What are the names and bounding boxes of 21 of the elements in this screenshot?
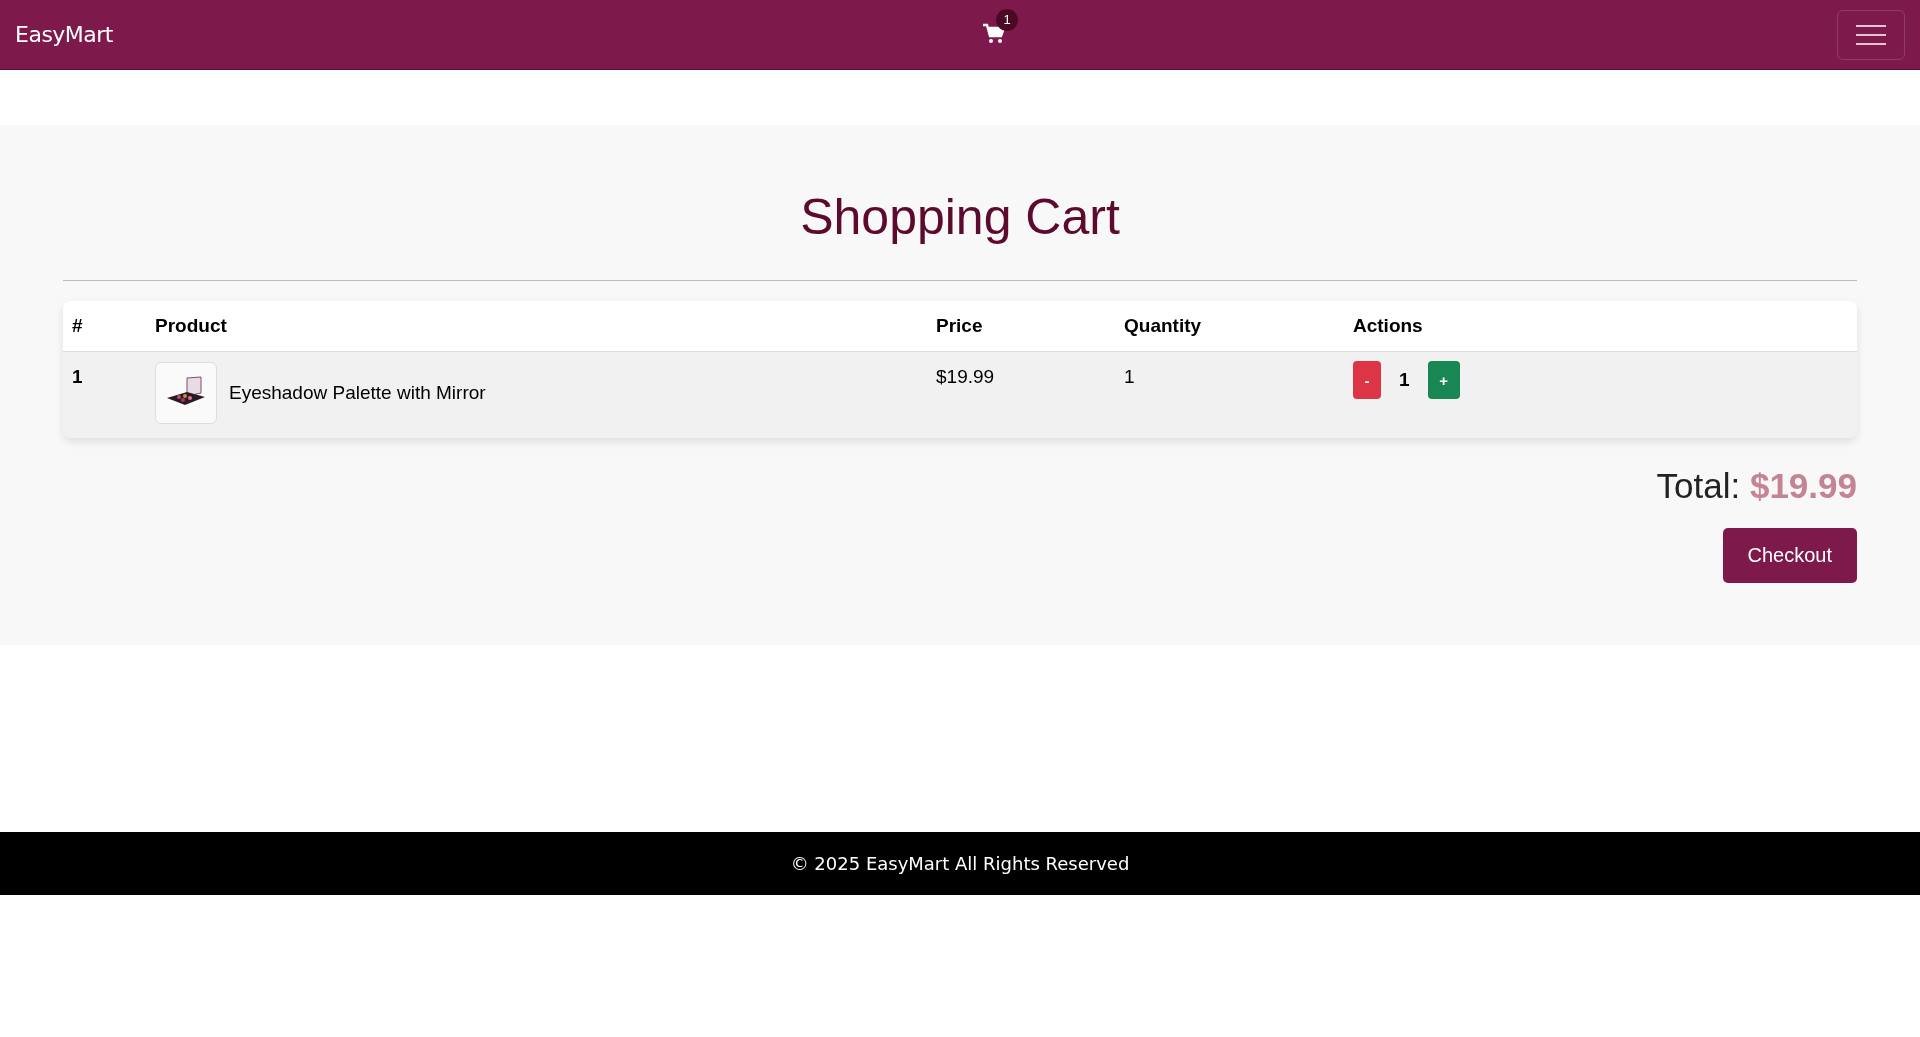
- menu-button[interactable]: [1837, 9, 1905, 60]
- column-header: Price: [927, 301, 1115, 352]
- column-header: #: [63, 301, 146, 352]
- table-cell: $19.99: [927, 351, 1115, 438]
- quantity-count: 1: [1399, 369, 1410, 391]
- cart-icon[interactable]: [982, 22, 1006, 45]
- menu-icon: [1856, 23, 1886, 46]
- cart-count-badge: 1: [996, 8, 1018, 31]
- column-header: Product: [146, 301, 927, 352]
- product-name: Eyeshadow Palette with Mirror: [229, 382, 486, 404]
- table-cell: 1: [1115, 351, 1344, 438]
- page-title: Shopping Cart: [63, 187, 1857, 281]
- increase-button[interactable]: +: [1427, 361, 1460, 399]
- cart-total: Total: $19.99: [1655, 466, 1857, 506]
- decrease-button[interactable]: -: [1353, 361, 1381, 399]
- brand-link[interactable]: EasyMart: [15, 22, 113, 47]
- column-header: Quantity: [1115, 301, 1344, 352]
- table-cell: 1: [63, 351, 146, 438]
- copyright-text: © 2025 EasyMart All Rights Reserved: [790, 853, 1130, 874]
- column-header: Actions: [1344, 301, 1857, 352]
- checkout-button[interactable]: Checkout: [1722, 528, 1857, 583]
